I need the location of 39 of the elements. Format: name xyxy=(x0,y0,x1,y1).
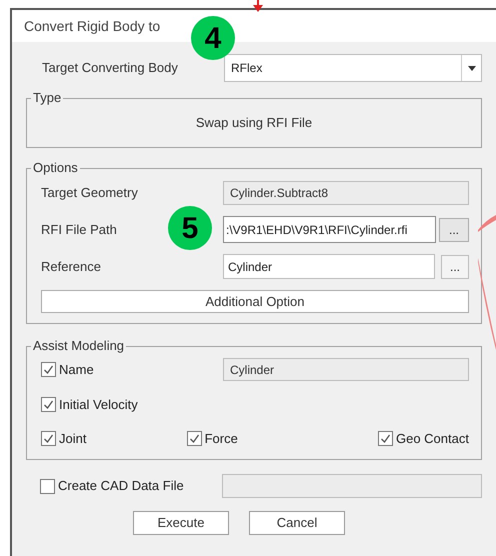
dialog-button[interactable]: Cancel xyxy=(249,511,345,535)
checkbox-label: Initial Velocity xyxy=(59,396,138,414)
group-title: Options xyxy=(31,160,80,176)
field-label: Target Converting Body xyxy=(42,59,179,78)
checkbox-label: Create CAD Data File xyxy=(58,477,184,496)
checkbox[interactable] xyxy=(41,397,56,412)
checkmark-icon xyxy=(43,399,54,410)
input-field[interactable]: Cylinder.Subtract8 xyxy=(223,181,469,205)
additional-option-button[interactable]: Additional Option xyxy=(41,290,469,313)
checkbox-label: Force xyxy=(204,430,238,448)
input-field[interactable]: Cylinder xyxy=(223,358,469,381)
browse-button[interactable]: ... xyxy=(439,218,469,242)
checkbox[interactable] xyxy=(378,430,393,446)
window-title: Convert Rigid Body to xyxy=(24,16,160,36)
browse-button[interactable]: ... xyxy=(441,254,469,278)
checkbox[interactable] xyxy=(186,430,202,446)
field-label: RFI File Path xyxy=(41,220,117,239)
checkbox[interactable] xyxy=(41,362,56,377)
checkbox[interactable] xyxy=(41,430,56,446)
input-field[interactable]: :\V9R1\EHD\V9R1\RFI\Cylinder.rfi xyxy=(223,216,436,243)
group-title: Assist Modeling xyxy=(31,338,126,354)
field-label: Reference xyxy=(41,258,101,276)
pointer-arrow-icon xyxy=(252,0,264,12)
checkbox-label: Geo Contact xyxy=(396,430,469,448)
checkbox-label: Joint xyxy=(59,430,86,448)
checkbox-label: Name xyxy=(59,360,94,379)
input-field[interactable]: Cylinder xyxy=(223,254,435,279)
input-field[interactable] xyxy=(222,474,482,498)
group-title: Type xyxy=(31,90,64,106)
checkmark-icon xyxy=(43,432,54,444)
dropdown-arrow-icon xyxy=(468,66,476,70)
checkbox[interactable] xyxy=(40,478,55,494)
dropdown[interactable]: RFlex xyxy=(224,54,482,82)
checkmark-icon xyxy=(188,432,200,444)
checkmark-icon xyxy=(43,364,54,375)
checkmark-icon xyxy=(380,432,391,444)
dialog-button[interactable]: Execute xyxy=(133,511,229,535)
type-text: Swap using RFI File xyxy=(196,114,312,132)
field-label: Target Geometry xyxy=(41,184,138,202)
